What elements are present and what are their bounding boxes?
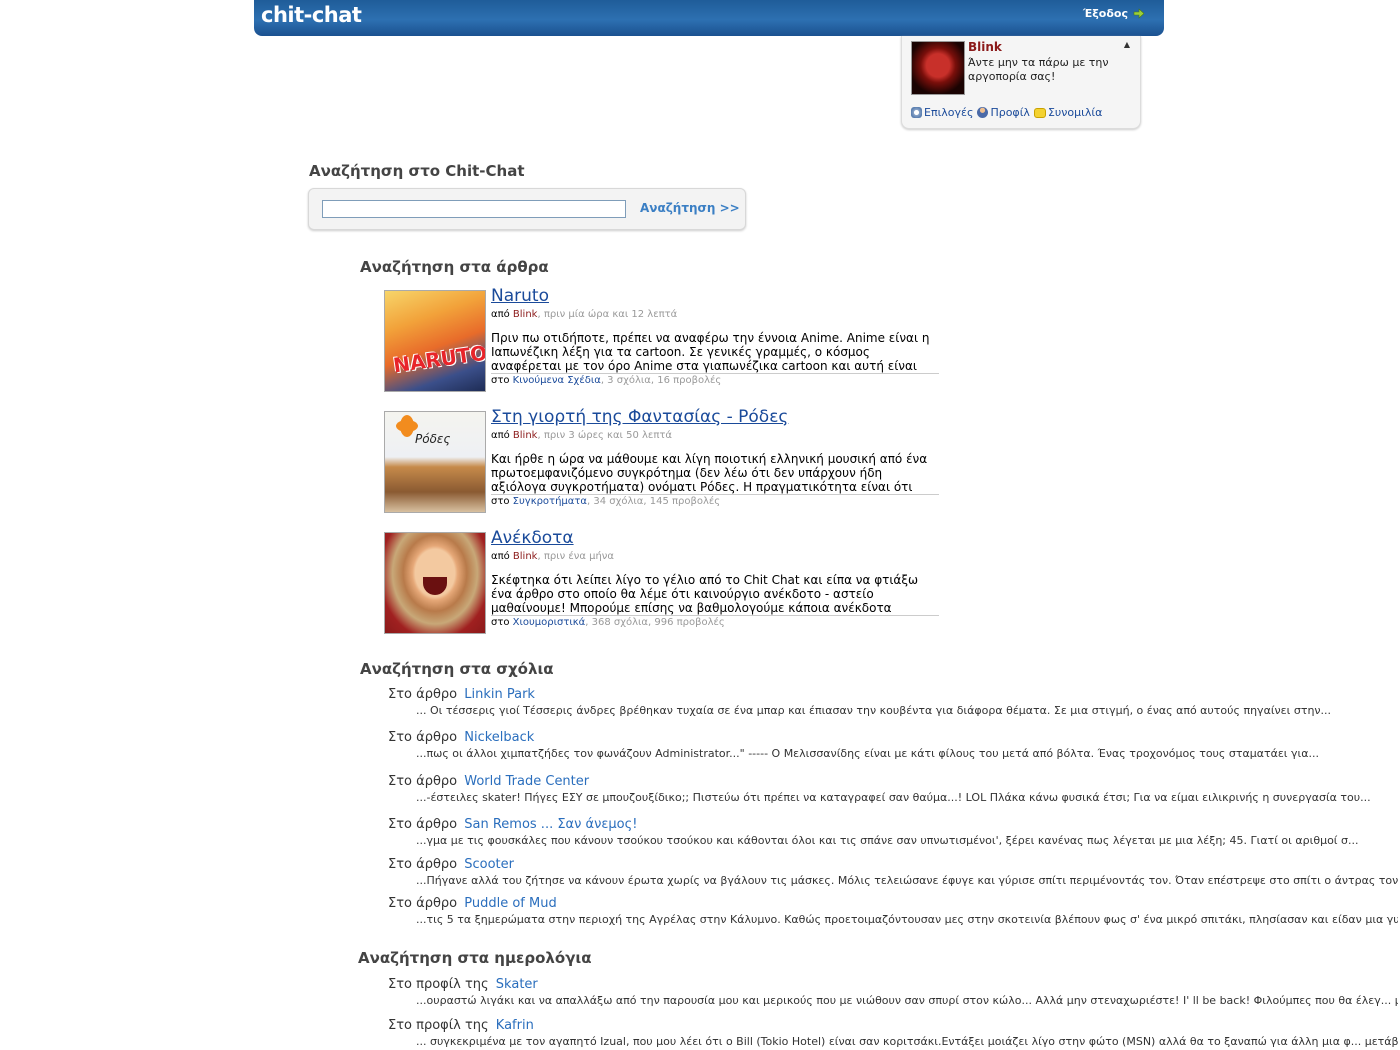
comment-prefix: Στο άρθρο <box>388 896 458 911</box>
comment-snippet: ... Οι τέσσερις γιοί Τέσσερις άνδρες βρέ… <box>416 704 1332 717</box>
chat-label[interactable]: Συνομιλία <box>1048 106 1102 119</box>
category-link[interactable]: Συγκροτήματα <box>513 496 587 507</box>
chat-link[interactable]: Συνομιλία <box>1033 106 1102 119</box>
comment-article-link[interactable]: Linkin Park <box>464 687 535 702</box>
article-title[interactable]: Ανέκδοτα <box>491 528 574 548</box>
article-item: Ρόδες Στη γιορτή της Φαντασίας - Ρόδες α… <box>384 407 944 515</box>
blog-prefix: Στο προφίλ της <box>388 1018 489 1033</box>
comment-article-link[interactable]: Puddle of Mud <box>464 896 556 911</box>
article-footer: στο Συγκροτήματα, 34 σχόλια, 145 προβολέ… <box>491 496 720 507</box>
article-time: , πριν 3 ώρες και 50 λεπτά <box>537 430 672 441</box>
options-label[interactable]: Επιλογές <box>924 106 973 119</box>
blog-result: Στο προφίλ της Skater ...ουραστώ λιγάκι … <box>388 977 1398 1007</box>
comment-snippet: ...τις 5 τα ξημερώματα στην περιοχή της … <box>416 913 1398 926</box>
category-link[interactable]: Χιουμοριστικά <box>513 617 586 628</box>
article-title[interactable]: Naruto <box>491 286 549 306</box>
comment-article-link[interactable]: Scooter <box>464 857 514 872</box>
article-excerpt: Και ήρθε η ώρα να μάθουμε και λίγη ποιοτ… <box>491 452 939 495</box>
article-item: Ανέκδοτα από Blink, πριν ένα μήνα Σκέφτη… <box>384 528 944 636</box>
comment-result: Στο άρθρο San Remos ... Σαν άνεμος! ...γ… <box>388 817 1398 847</box>
laughing-mouth-graphic <box>423 577 447 595</box>
blog-snippet: ... συγκεκριμένα με τον αγαπητό Izual, π… <box>416 1035 1398 1048</box>
comment-result: Στο άρθρο World Trade Center ...-έστειλε… <box>388 774 1398 804</box>
comment-prefix: Στο άρθρο <box>388 857 458 872</box>
logout-label[interactable]: Έξοδος <box>1083 7 1128 20</box>
blog-prefix: Στο προφίλ της <box>388 977 489 992</box>
username[interactable]: Blink <box>968 40 1002 54</box>
top-header-bar: chit-chat Έξοδος <box>254 0 1164 36</box>
article-excerpt: Σκέφτηκα ότι λείπει λίγο το γέλιο από το… <box>491 573 939 616</box>
article-thumbnail[interactable]: NARUTO <box>384 290 486 392</box>
in-label: στο <box>491 496 510 507</box>
user-links: Επιλογές Προφίλ Συνομιλία <box>911 106 1102 119</box>
article-time: , πριν ένα μήνα <box>537 551 614 562</box>
in-label: στο <box>491 375 510 386</box>
logout-link[interactable]: Έξοδος <box>1083 7 1144 20</box>
article-item: NARUTO Naruto από Blink, πριν μία ώρα κα… <box>384 286 944 394</box>
blogs-section-title: Αναζήτηση στα ημερολόγια <box>358 949 592 967</box>
blog-profile-link[interactable]: Skater <box>496 977 538 992</box>
article-thumbnail[interactable] <box>384 532 486 634</box>
profile-user-icon <box>977 107 989 118</box>
options-gear-icon <box>911 107 922 118</box>
author-link[interactable]: Blink <box>513 309 538 320</box>
comment-article-link[interactable]: World Trade Center <box>464 774 589 789</box>
profile-label[interactable]: Προφίλ <box>990 106 1029 119</box>
article-title[interactable]: Στη γιορτή της Φαντασίας - Ρόδες <box>491 407 788 427</box>
comment-article-link[interactable]: San Remos ... Σαν άνεμος! <box>464 817 637 832</box>
thumbnail-logo-text: NARUTO <box>391 340 486 378</box>
by-label: από <box>491 430 510 441</box>
author-link[interactable]: Blink <box>513 430 538 441</box>
comment-snippet: ...-έστειλες skater! Πήγες ΕΣΥ σε μπουζο… <box>416 791 1371 804</box>
article-thumbnail[interactable]: Ρόδες <box>384 411 486 513</box>
comments-section-title: Αναζήτηση στα σχόλια <box>360 660 554 678</box>
blog-profile-link[interactable]: Kafrin <box>496 1018 534 1033</box>
article-stats: , 368 σχόλια, 996 προβολές <box>585 617 725 628</box>
articles-section-title: Αναζήτηση στα άρθρα <box>360 258 549 276</box>
article-meta: από Blink, πριν μία ώρα και 12 λεπτά <box>491 309 677 320</box>
comment-prefix: Στο άρθρο <box>388 817 458 832</box>
comment-result: Στο άρθρο Nickelback ...πως οι άλλοι χιμ… <box>388 730 1398 760</box>
comment-result: Στο άρθρο Scooter ...Πήγανε αλλά του ζήτ… <box>388 857 1398 887</box>
search-input[interactable] <box>322 200 626 218</box>
by-label: από <box>491 309 510 320</box>
comment-snippet: ...γμα με τις φουσκάλες που κάνουν τσούκ… <box>416 834 1359 847</box>
collapse-up-icon[interactable]: ▲ <box>1124 40 1130 49</box>
article-stats: , 3 σχόλια, 16 προβολές <box>600 375 722 386</box>
blog-snippet: ...ουραστώ λιγάκι και να απαλλάξω από τη… <box>416 994 1398 1007</box>
comment-result: Στο άρθρο Linkin Park ... Οι τέσσερις γι… <box>388 687 1398 717</box>
article-footer: στο Χιουμοριστικά, 368 σχόλια, 996 προβο… <box>491 617 725 628</box>
blog-result: Στο προφίλ της Kafrin ... συγκεκριμένα μ… <box>388 1018 1398 1048</box>
article-footer: στο Κινούμενα Σχέδια, 3 σχόλια, 16 προβο… <box>491 375 721 386</box>
comment-prefix: Στο άρθρο <box>388 774 458 789</box>
search-button[interactable]: Αναζήτηση >> <box>640 201 740 215</box>
article-stats: , 34 σχόλια, 145 προβολές <box>586 496 721 507</box>
comment-article-link[interactable]: Nickelback <box>464 730 534 745</box>
user-status: Άντε μην τα πάρω με την αργοπορία σας! <box>968 56 1109 83</box>
search-title: Αναζήτηση στο Chit-Chat <box>309 162 525 180</box>
profile-link[interactable]: Προφίλ <box>977 106 1030 119</box>
comment-prefix: Στο άρθρο <box>388 730 458 745</box>
comment-result: Στο άρθρο Puddle of Mud ...τις 5 τα ξημε… <box>388 896 1398 926</box>
comment-snippet: ...πως οι άλλοι χιμπατζήδες τον φωνάζουν… <box>416 747 1319 760</box>
comment-snippet: ...Πήγανε αλλά του ζήτησε να κάνουν έρωτ… <box>416 874 1398 887</box>
avatar[interactable] <box>911 41 965 95</box>
thumbnail-logo-text: Ρόδες <box>415 432 451 446</box>
search-box: Αναζήτηση >> <box>308 188 746 230</box>
article-excerpt: Πριν πω οτιδήποτε, πρέπει να αναφέρω την… <box>491 331 939 374</box>
article-meta: από Blink, πριν 3 ώρες και 50 λεπτά <box>491 430 672 441</box>
exit-arrow-icon[interactable] <box>1133 8 1144 19</box>
category-link[interactable]: Κινούμενα Σχέδια <box>513 375 601 386</box>
user-panel: Blink Άντε μην τα πάρω με την αργοπορία … <box>901 36 1141 129</box>
by-label: από <box>491 551 510 562</box>
options-link[interactable]: Επιλογές <box>911 106 973 119</box>
article-meta: από Blink, πριν ένα μήνα <box>491 551 614 562</box>
in-label: στο <box>491 617 510 628</box>
chat-bubble-icon <box>1033 107 1046 118</box>
author-link[interactable]: Blink <box>513 551 538 562</box>
site-logo[interactable]: chit-chat <box>261 3 362 27</box>
article-time: , πριν μία ώρα και 12 λεπτά <box>537 309 678 320</box>
comment-prefix: Στο άρθρο <box>388 687 458 702</box>
